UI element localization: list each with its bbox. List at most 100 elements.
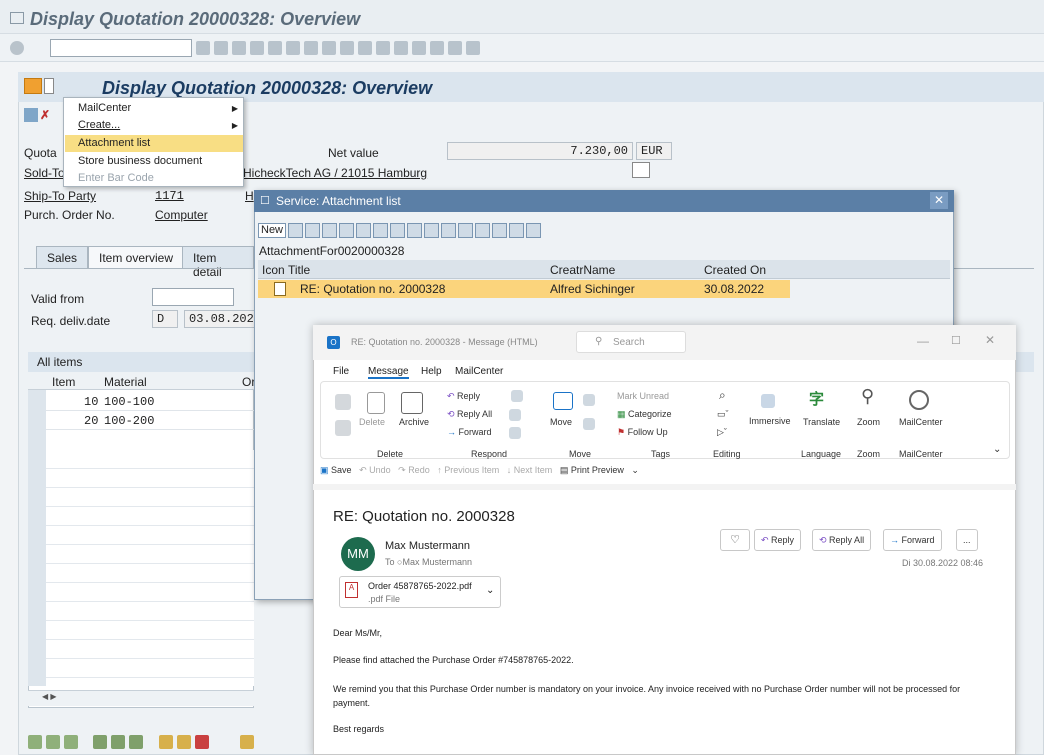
im-icon[interactable] (509, 409, 521, 421)
table-scrollbar[interactable] (28, 690, 254, 706)
services-for-object-icon[interactable] (24, 78, 42, 94)
select-all-icon[interactable] (46, 734, 60, 749)
mark-unread-button[interactable]: Mark Unread (617, 391, 669, 401)
minimize-icon[interactable]: — (917, 334, 929, 348)
deselect-icon[interactable] (64, 734, 78, 749)
valid-from-field[interactable] (152, 288, 234, 306)
attachment-dropdown-icon[interactable]: ⌄ (486, 585, 494, 596)
refresh-icon[interactable] (373, 223, 389, 239)
attachment-card[interactable]: A Order 45878765-2022.pdf .pdf File ⌄ (339, 576, 501, 608)
mailcenter-icon[interactable] (909, 390, 929, 410)
zoom-button[interactable]: Zoom (857, 417, 880, 427)
meeting-icon[interactable] (511, 390, 523, 402)
more-actions-button[interactable]: ... (956, 529, 978, 551)
exit-icon[interactable] (250, 40, 264, 55)
delete-icon[interactable] (367, 392, 385, 414)
tab-item-overview[interactable]: Item overview (88, 246, 185, 268)
menu-item-attachment-list[interactable]: Attachment list (65, 135, 243, 152)
tab-sales[interactable]: Sales (36, 246, 89, 268)
find-next-icon[interactable] (322, 40, 336, 55)
translate-button[interactable]: Translate (803, 417, 840, 427)
reply-all-action-button[interactable]: ⟲ Reply All (812, 529, 872, 551)
undo-button[interactable]: ↶ Undo (359, 465, 391, 475)
more-respond-icon[interactable] (509, 427, 521, 439)
move-button[interactable]: Move (550, 417, 572, 427)
prev-page-icon[interactable] (358, 40, 372, 55)
delete-button[interactable]: Delete (359, 417, 385, 427)
reply-action-button[interactable]: ↶ Reply (754, 529, 802, 551)
zoom-icon[interactable]: ⚲ (861, 386, 874, 407)
related-icon[interactable]: ▭ˇ (717, 409, 729, 420)
reply-button[interactable]: ↶ Reply (447, 391, 480, 402)
find-icon[interactable] (304, 40, 318, 55)
archive-button[interactable]: Archive (399, 417, 429, 427)
new-session-icon[interactable] (412, 40, 426, 55)
first-page-icon[interactable] (340, 40, 354, 55)
enter-icon[interactable] (10, 41, 24, 55)
help-icon[interactable] (448, 40, 462, 55)
find-next-icon[interactable] (458, 223, 474, 239)
row-selector-column[interactable] (28, 390, 46, 686)
like-button[interactable]: ♡ (720, 529, 750, 551)
ribbon-expand-icon[interactable]: ⌄ (993, 444, 1001, 455)
pricing-icon[interactable] (194, 734, 209, 749)
export-icon[interactable] (356, 223, 372, 239)
copy-icon[interactable] (93, 734, 108, 749)
follow-up-button[interactable]: ⚑ Follow Up (617, 427, 668, 438)
junk-icon[interactable] (335, 420, 351, 436)
rules-icon[interactable] (583, 394, 595, 406)
display-change-icon[interactable] (24, 108, 38, 122)
menu-mailcenter[interactable]: MailCenter (455, 366, 503, 377)
forward-button[interactable]: → Forward (447, 427, 492, 437)
redo-button[interactable]: ↷ Redo (398, 465, 430, 475)
to-name[interactable]: Max Mustermann (402, 557, 472, 567)
search-box[interactable]: ⚲ Search (576, 331, 686, 353)
scroll-left-icon[interactable]: ◀ ▶ (42, 692, 57, 701)
menu-help[interactable]: Help (421, 366, 442, 377)
filter-icon[interactable] (475, 223, 491, 239)
details-icon[interactable] (390, 223, 406, 239)
immersive-icon[interactable] (761, 394, 775, 408)
tab-item-detail[interactable]: Item detail (182, 246, 254, 279)
categorize-button[interactable]: ▦ Categorize (617, 409, 672, 420)
find-icon[interactable]: ⌕ (719, 388, 726, 403)
back-nav-icon[interactable] (232, 40, 246, 55)
save-button[interactable]: Save (331, 465, 352, 475)
ignore-icon[interactable] (335, 394, 351, 410)
immersive-button[interactable]: Immersive (749, 416, 791, 426)
reply-all-button[interactable]: ⟲ Reply All (447, 409, 492, 420)
find-icon[interactable] (441, 223, 457, 239)
last-page-icon[interactable] (394, 40, 408, 55)
close-icon[interactable]: ✕ (930, 192, 948, 209)
save-icon[interactable]: ▣ (320, 465, 329, 475)
menu-item-store-document[interactable]: Store business document (78, 153, 244, 170)
command-field[interactable] (50, 39, 192, 57)
config-icon[interactable] (176, 734, 191, 749)
menu-message[interactable]: Message (368, 366, 409, 379)
customize-qat-icon[interactable]: ⌄ (631, 465, 639, 475)
save-icon[interactable] (214, 40, 228, 55)
partner-details-icon[interactable] (632, 162, 650, 178)
next-page-icon[interactable] (376, 40, 390, 55)
shortcut-icon[interactable] (430, 40, 444, 55)
select-icon[interactable]: ▷ˇ (717, 427, 727, 438)
services-dropdown-icon[interactable] (44, 78, 54, 94)
more-icon[interactable] (240, 734, 255, 749)
grid-icon[interactable] (526, 223, 542, 239)
close-window-icon[interactable]: ✕ (985, 333, 995, 347)
delete-row-icon[interactable] (129, 734, 144, 749)
print-icon[interactable] (492, 223, 508, 239)
next-item-button[interactable]: ↓ Next Item (507, 465, 553, 475)
forward-action-button[interactable]: → Forward (883, 529, 942, 551)
menu-item-create[interactable]: Create... ▶ (78, 117, 244, 134)
onenote-icon[interactable] (583, 418, 595, 430)
layout-icon[interactable] (509, 223, 525, 239)
print-icon[interactable] (286, 40, 300, 55)
layout-icon[interactable] (466, 40, 480, 55)
sort-desc-icon[interactable] (424, 223, 440, 239)
menu-item-mailcenter[interactable]: MailCenter ▶ (78, 100, 244, 117)
sort-icon[interactable] (158, 734, 173, 749)
delete-icon[interactable] (339, 223, 355, 239)
details-icon[interactable] (28, 734, 42, 749)
sort-asc-icon[interactable] (407, 223, 423, 239)
